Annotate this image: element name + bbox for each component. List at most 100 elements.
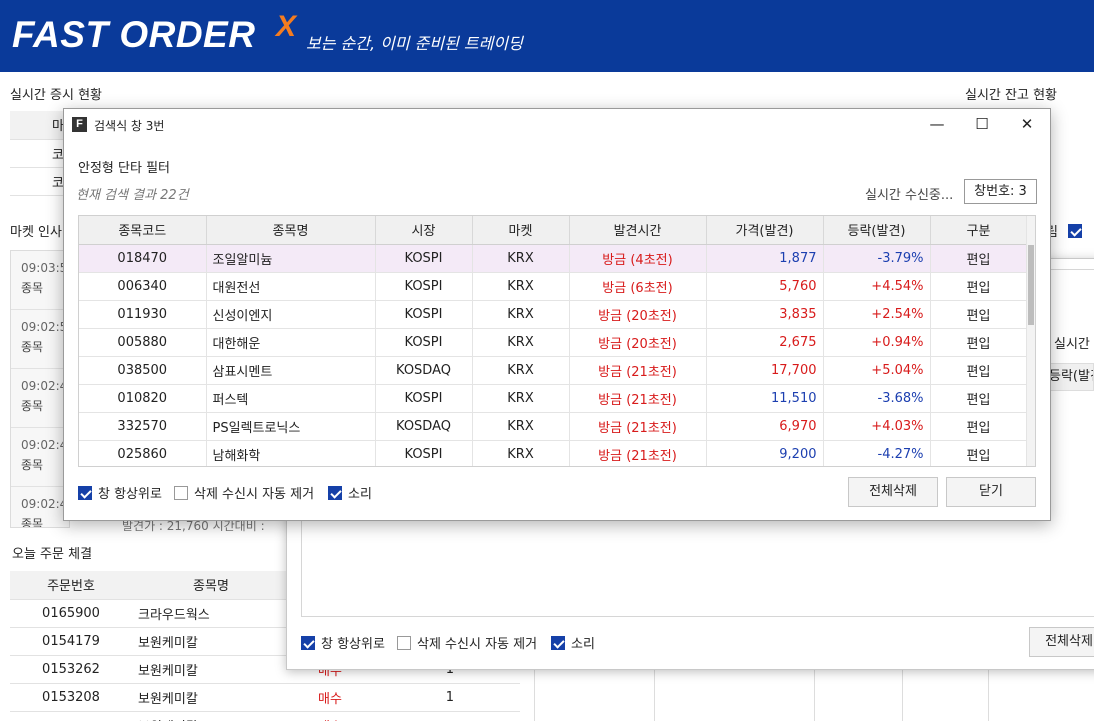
- table-row[interactable]: 038500 삼표시멘트 KOSDAQ KRX 방금 (21초전) 17,700 +5.04…: [79, 356, 1028, 385]
- col-code[interactable]: 종목코드: [79, 216, 207, 245]
- grid-scrollbar[interactable]: [1026, 216, 1035, 466]
- bg-grid-lines: [520, 664, 1094, 721]
- cell-name: 대원전선: [206, 272, 376, 301]
- search-window-3[interactable]: F 검색식 창 3번 — ☐ ✕ 안정형 단타 필터 현재 검색 결과 22건 …: [63, 108, 1051, 521]
- order-no: [10, 711, 132, 721]
- checkbox-icon[interactable]: [301, 635, 315, 650]
- market-feed[interactable]: 09:03:5 종목 09:02:5 종목 09:02:4 종목 09:02:4…: [10, 250, 70, 528]
- cell-venue: KRX: [472, 412, 570, 441]
- opt-always-on-top-behind[interactable]: 창 항상위로: [301, 633, 385, 652]
- search-result-grid[interactable]: 종목코드 종목명 시장 마켓 발견시간 가격(발견) 등락(발견) 구분 018…: [78, 215, 1036, 467]
- table-row[interactable]: 025860 남해화학 KOSPI KRX 방금 (21초전) 9,200 -4.27% 편입: [79, 440, 1028, 466]
- app-icon: F: [72, 117, 87, 132]
- market-row[interactable]: 코: [10, 139, 70, 168]
- cell-change: +4.03%: [823, 412, 931, 441]
- order-name: 보원케미칼: [132, 711, 290, 721]
- scrollbar-thumb[interactable]: [1028, 245, 1034, 325]
- market-status-title: 실시간 증시 현황: [10, 88, 102, 103]
- cell-market: KOSDAQ: [375, 356, 473, 385]
- cell-price: 5,760: [706, 272, 824, 301]
- opt-label: 창 항상위로: [321, 637, 385, 652]
- opt-always-on-top[interactable]: 창 항상위로: [78, 483, 162, 502]
- cell-market: KOSPI: [375, 440, 473, 466]
- col-found-time[interactable]: 발견시간: [569, 216, 707, 245]
- col-market[interactable]: 시장: [375, 216, 473, 245]
- header-banner: FAST ORDER X 보는 순간, 이미 준비된 트레이딩: [0, 0, 1094, 72]
- window-title: 검색식 창 3번: [94, 119, 165, 133]
- change-col-peek: 등락(발견: [1046, 363, 1094, 391]
- filter-name: 안정형 단타 필터: [78, 161, 170, 176]
- table-row[interactable]: 006340 대원전선 KOSPI KRX 방금 (6초전) 5,760 +4.54% 편입: [79, 272, 1028, 301]
- opt-sound[interactable]: 소리: [328, 483, 372, 502]
- table-row[interactable]: 005880 대한해운 KOSPI KRX 방금 (20초전) 2,675 +0.94% 편입: [79, 328, 1028, 357]
- checkbox-icon[interactable]: [551, 635, 565, 650]
- orders-col-name[interactable]: 종목명: [132, 571, 290, 600]
- checkbox-icon[interactable]: [328, 485, 342, 500]
- cell-venue: KRX: [472, 384, 570, 413]
- delete-all-button[interactable]: 전체삭제: [848, 477, 938, 507]
- table-row[interactable]: 0153208 보원케미칼 매수 1: [10, 683, 520, 712]
- cell-change: -4.27%: [823, 440, 931, 466]
- table-row[interactable]: 018470 조일알미늄 KOSPI KRX 방금 (4초전) 1,877 -3.79% 편입: [79, 244, 1028, 273]
- checkbox-icon[interactable]: [174, 485, 188, 500]
- delete-all-button-behind[interactable]: 전체삭제: [1029, 627, 1094, 657]
- feed-item[interactable]: 09:03:5 종목: [11, 251, 69, 310]
- market-status-table: 마 코 코: [10, 111, 70, 196]
- market-row[interactable]: 코: [10, 167, 70, 196]
- checkbox-icon[interactable]: [397, 635, 411, 650]
- cell-found-time: 방금 (4초전): [569, 244, 707, 273]
- minimize-icon[interactable]: —: [914, 109, 960, 139]
- table-row[interactable]: 011930 신성이엔지 KOSPI KRX 방금 (20초전) 3,835 +2.54% 편…: [79, 300, 1028, 329]
- title-bar[interactable]: F 검색식 창 3번 — ☐ ✕: [64, 109, 1050, 139]
- opt-auto-remove-behind[interactable]: 삭제 수신시 자동 제거: [397, 633, 537, 652]
- checkbox-icon[interactable]: [78, 485, 92, 500]
- col-price[interactable]: 가격(발견): [706, 216, 824, 245]
- table-row[interactable]: 010820 퍼스텍 KOSPI KRX 방금 (21초전) 11,510 -3.68% 편입: [79, 384, 1028, 413]
- table-row[interactable]: 보원케미칼 매수: [10, 711, 520, 721]
- cell-market: KOSPI: [375, 272, 473, 301]
- feed-label: 종목: [21, 399, 44, 413]
- order-qty: 1: [370, 683, 460, 712]
- cell-found-time: 방금 (6초전): [569, 272, 707, 301]
- cell-code: 332570: [79, 412, 207, 441]
- close-button[interactable]: 닫기: [946, 477, 1036, 507]
- cell-venue: KRX: [472, 328, 570, 357]
- orders-title: 오늘 주문 체결: [12, 547, 93, 562]
- maximize-icon[interactable]: ☐: [959, 109, 1005, 139]
- feed-item[interactable]: 09:02:5 종목: [11, 310, 69, 369]
- opt-sound-behind[interactable]: 소리: [551, 633, 595, 652]
- cell-type: 편입: [930, 412, 1028, 441]
- feed-label: 종목: [21, 458, 44, 472]
- feed-label: 종목: [21, 281, 44, 295]
- opt-auto-remove[interactable]: 삭제 수신시 자동 제거: [174, 483, 314, 502]
- orders-col-no[interactable]: 주문번호: [10, 571, 132, 600]
- cell-found-time: 방금 (21초전): [569, 412, 707, 441]
- feed-time: 09:03:5: [21, 261, 68, 275]
- order-name: 보원케미칼: [132, 655, 290, 684]
- table-row[interactable]: 332570 PS일렉트로닉스 KOSDAQ KRX 방금 (21초전) 6,970 +4.…: [79, 412, 1028, 441]
- order-side: 매수: [290, 711, 370, 721]
- feed-item[interactable]: 09:02:4 종목: [11, 428, 69, 487]
- alarm-checkbox[interactable]: [1068, 224, 1082, 238]
- cell-code: 006340: [79, 272, 207, 301]
- feed-label: 종목: [21, 340, 44, 354]
- brand-logo: FAST ORDER: [12, 14, 256, 55]
- close-icon[interactable]: ✕: [1004, 109, 1050, 139]
- col-venue[interactable]: 마켓: [472, 216, 570, 245]
- cell-found-time: 방금 (20초전): [569, 300, 707, 329]
- cell-code: 025860: [79, 440, 207, 466]
- col-type[interactable]: 구분: [930, 216, 1028, 245]
- opt-label: 창 항상위로: [98, 487, 162, 502]
- cell-market: KOSPI: [375, 328, 473, 357]
- feed-item[interactable]: 09:02:4 종목: [11, 369, 69, 428]
- cell-change: -3.68%: [823, 384, 931, 413]
- result-count: 현재 검색 결과 22건: [76, 188, 189, 203]
- brand-tagline: 보는 순간, 이미 준비된 트레이딩: [306, 34, 523, 53]
- feed-item[interactable]: 09:02:4 종목: [11, 487, 69, 527]
- col-name[interactable]: 종목명: [206, 216, 376, 245]
- feed-time: 09:02:4: [21, 438, 68, 452]
- col-change[interactable]: 등락(발견): [823, 216, 931, 245]
- order-no: 0165900: [10, 599, 132, 628]
- opt-label: 삭제 수신시 자동 제거: [194, 487, 315, 502]
- cell-code: 011930: [79, 300, 207, 329]
